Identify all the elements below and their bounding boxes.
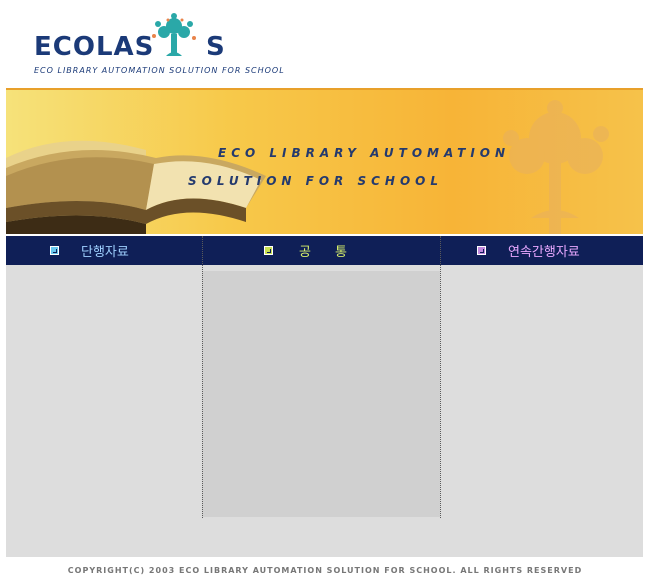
tree-watermark-image — [503, 100, 609, 234]
logo-wordmark: ECOLAS S — [34, 32, 225, 62]
logo-name-right: S — [206, 32, 226, 62]
nav-item-label: 공통 — [299, 245, 371, 260]
nav-item-serials[interactable]: 연속간행자료 — [477, 236, 580, 265]
nav-item-label: 단행자료 — [81, 245, 129, 260]
arrow-square-icon — [477, 246, 486, 255]
arrow-square-icon — [50, 246, 59, 255]
banner-headline-1: ECO LIBRARY AUTOMATION — [218, 146, 511, 160]
column-divider — [440, 236, 441, 518]
banner-top-border — [6, 88, 643, 90]
tree-icon — [152, 13, 196, 56]
logo-tagline: ECO LIBRARY AUTOMATION SOLUTION FOR SCHO… — [34, 66, 285, 75]
banner-headline-2: SOLUTION FOR SCHOOL — [188, 174, 444, 188]
nav-item-label: 연속간행자료 — [508, 245, 580, 260]
ecolas-logo[interactable]: ECOLAS S ECO LIBRARY AUTOMATION SOLUTION… — [34, 12, 284, 78]
center-column-panel — [202, 271, 440, 517]
main-navigation: 단행자료 공통 연속간행자료 — [6, 236, 643, 265]
main-content-area — [6, 265, 643, 557]
copyright-footer: COPYRIGHT(C) 2003 ECO LIBRARY AUTOMATION… — [67, 566, 583, 575]
nav-item-monographs[interactable]: 단행자료 — [50, 236, 129, 265]
nav-item-common[interactable]: 공통 — [264, 236, 371, 265]
column-divider — [202, 236, 203, 518]
arrow-square-icon — [264, 246, 273, 255]
logo-name-left: ECOLAS — [34, 32, 155, 62]
open-book-image — [6, 140, 266, 234]
hero-banner: ECO LIBRARY AUTOMATION SOLUTION FOR SCHO… — [6, 88, 643, 234]
